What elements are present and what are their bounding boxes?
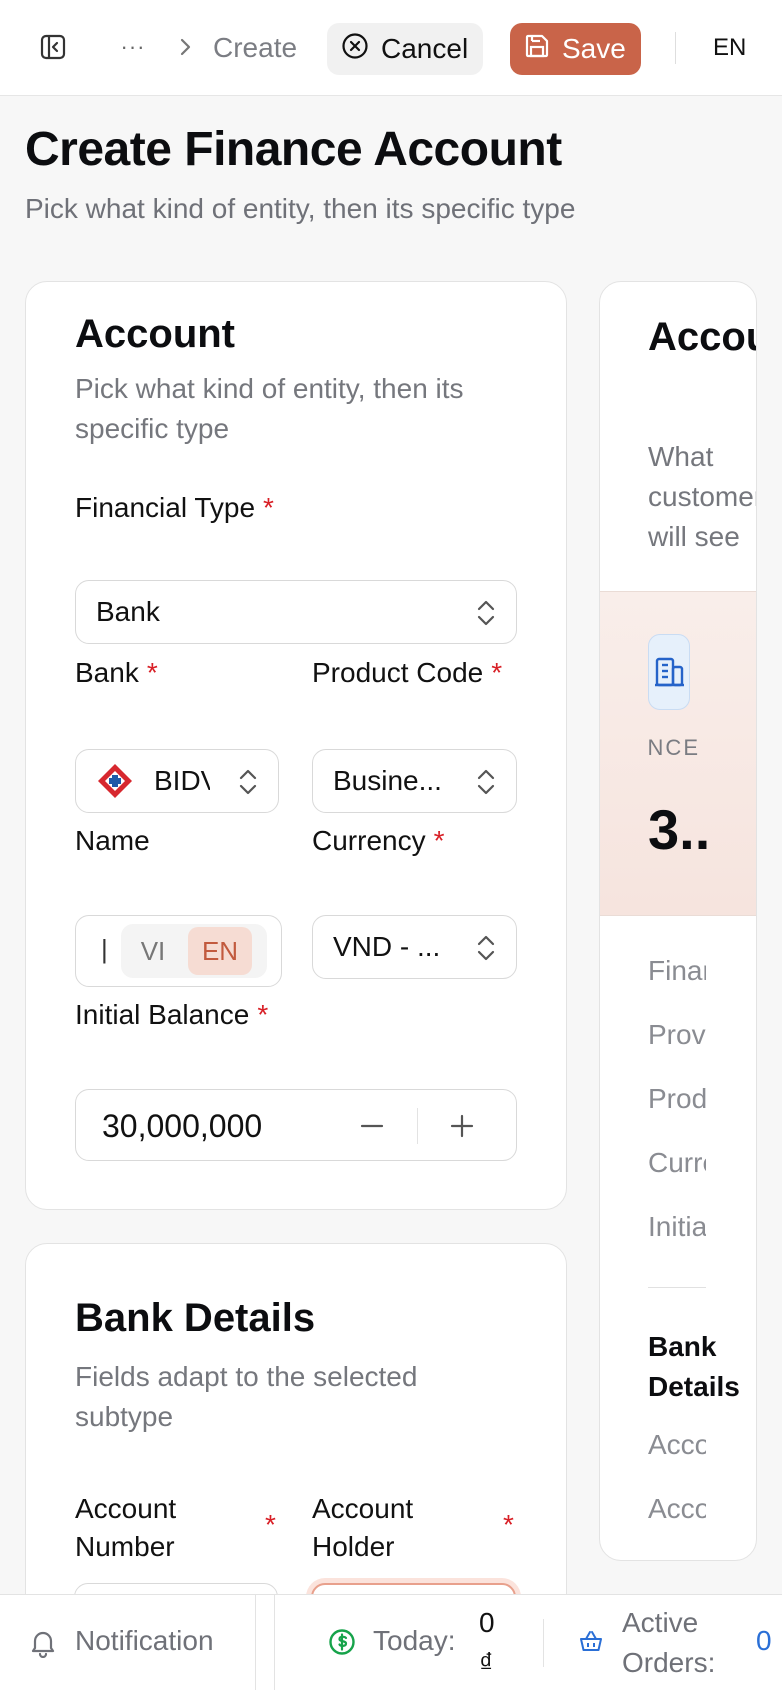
account-preview-card: Account Preview What customers will see … [599, 281, 757, 1561]
divider [675, 32, 676, 64]
bank-value: BIDV [154, 765, 210, 796]
preview-balance-label: TOTAL BALANCE [648, 735, 700, 760]
minus-icon [360, 1124, 384, 1128]
divider [648, 1287, 706, 1288]
chevron-up-down-icon [477, 769, 495, 795]
breadcrumb-ellipsis[interactable]: ··· [118, 30, 148, 64]
required-mark: * [265, 1509, 276, 1540]
close-circle-icon [341, 32, 369, 67]
required-mark: * [503, 1509, 514, 1540]
active-orders-value[interactable]: 0 [756, 1625, 772, 1657]
financial-type-value: Bank [96, 596, 160, 627]
card-title: Account [75, 312, 235, 356]
breadcrumb-current: Create [213, 32, 298, 63]
save-label: Save [562, 33, 626, 64]
notification-label[interactable]: Notification [75, 1625, 214, 1657]
preview-row-label: Initial Balance [648, 1211, 706, 1242]
lang-option-vi[interactable]: VI [121, 924, 185, 978]
today-value: 0 ₫ [479, 1607, 495, 1678]
bidv-logo-icon [96, 762, 134, 800]
initial-balance-label: Initial Balance * [75, 999, 269, 1030]
divider [417, 1108, 418, 1144]
initial-balance-value: 30,000,000 [102, 1108, 263, 1144]
name-label: Name [75, 825, 150, 856]
decrement-button[interactable] [352, 1106, 392, 1146]
account-number-label: Account Number [75, 1493, 177, 1562]
initial-balance-input[interactable]: 30,000,000 [75, 1089, 517, 1161]
language-switch[interactable]: EN [713, 30, 746, 66]
building-icon [648, 634, 690, 710]
page-subtitle: Pick what kind of entity, then its speci… [25, 193, 576, 224]
divider [543, 1619, 544, 1667]
basket-icon [580, 1631, 602, 1651]
active-orders-label: Active Orders: [622, 1607, 716, 1678]
sidebar-toggle-icon[interactable] [36, 30, 70, 64]
card-description: Pick what kind of entity, then its speci… [75, 373, 464, 444]
chevron-right-icon [176, 32, 196, 62]
currency-label: Currency * [312, 825, 445, 856]
currency-select[interactable]: VND - ... [312, 915, 517, 979]
name-input[interactable]: | VI EN [75, 915, 282, 987]
currency-value: VND - ... [333, 931, 441, 962]
preview-row-label: Currency [648, 1147, 706, 1178]
preview-title: Account Preview [648, 315, 756, 359]
bell-icon[interactable] [28, 1628, 58, 1658]
preview-subtitle: What customers will see [648, 441, 756, 552]
bank-label: Bank * [75, 657, 158, 688]
cancel-button[interactable]: Cancel [327, 23, 483, 75]
bank-select[interactable]: BIDV [75, 749, 279, 813]
preview-row-label: Product Code [648, 1083, 706, 1114]
today-label: Today: [373, 1625, 456, 1656]
lang-option-en[interactable]: EN [188, 927, 252, 975]
chevron-up-down-icon [477, 600, 495, 626]
increment-button[interactable] [442, 1106, 482, 1146]
card-description: Fields adapt to the selected subtype [75, 1361, 418, 1432]
product-code-select[interactable]: Busine... [312, 749, 517, 813]
preview-row-label: Provider [648, 1019, 706, 1050]
chevron-up-down-icon [239, 769, 257, 795]
text-cursor: | [101, 934, 108, 964]
top-bar: ··· Create Cancel Save EN [0, 0, 782, 96]
cancel-label: Cancel [381, 33, 469, 64]
preview-balance-panel: TOTAL BALANCE 3.. [600, 591, 756, 916]
account-holder-label: Account Holder [312, 1493, 414, 1562]
financial-type-select[interactable]: Bank [75, 580, 517, 644]
divider [274, 1595, 275, 1690]
preview-row-label: Account Holder [648, 1493, 706, 1524]
page-title: Create Finance Account [25, 123, 562, 176]
save-icon [524, 33, 550, 66]
dollar-circle-icon [329, 1629, 355, 1655]
preview-section-title: Bank Details [648, 1331, 740, 1402]
language-toggle: VI EN [121, 924, 267, 978]
divider [255, 1595, 256, 1690]
product-code-label: Product Code * [312, 657, 503, 688]
plus-icon [450, 1114, 474, 1138]
product-code-value: Busine... [333, 765, 442, 796]
preview-row-label: Account Number [648, 1429, 706, 1460]
account-card: Account Pick what kind of entity, then i… [25, 281, 567, 1210]
financial-type-label: Financial Type * [75, 492, 274, 523]
status-bar: Notification Today: 0 ₫ Active Orders: 0 [0, 1594, 782, 1690]
preview-balance-value: 3.. [648, 798, 708, 861]
chevron-up-down-icon [477, 935, 495, 961]
card-title: Bank Details [75, 1296, 316, 1340]
preview-row-label: Financial Type [648, 955, 706, 986]
save-button[interactable]: Save [510, 23, 641, 75]
